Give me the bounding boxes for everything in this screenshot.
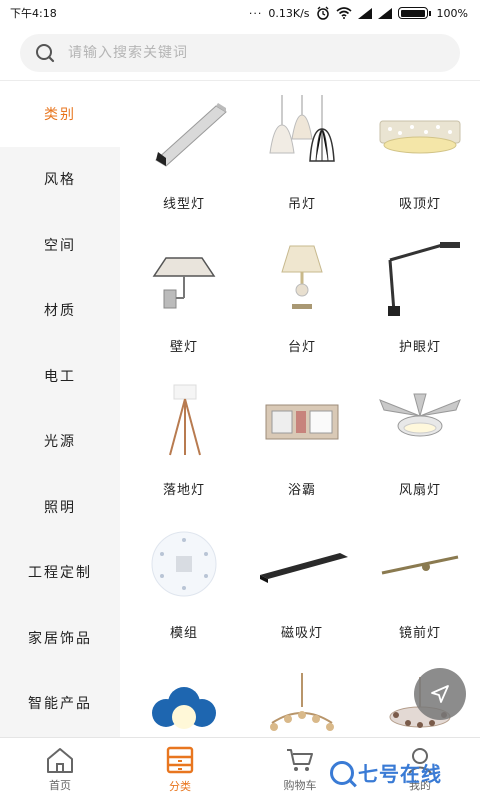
pendant-light-icon (243, 95, 361, 175)
sidebar-item-light-source[interactable]: 光源 (0, 409, 120, 475)
sidebar-item-smart[interactable]: 智能产品 (0, 671, 120, 737)
sidebar-item-home-decor[interactable]: 家居饰品 (0, 605, 120, 671)
grid-item-kids-lamp[interactable] (125, 653, 243, 737)
signal-icon-2 (377, 7, 392, 19)
nav-label: 分类 (169, 780, 191, 793)
sidebar-item-label: 家居饰品 (28, 630, 92, 647)
cart-icon (287, 749, 313, 771)
grid-item-label: 护眼灯 (398, 340, 441, 355)
grid-item-label: 镜前灯 (398, 626, 441, 641)
sidebar-item-label: 智能产品 (28, 696, 92, 713)
sidebar-item-label: 类别 (44, 106, 76, 123)
category-icon (166, 746, 194, 774)
sidebar-item-electrical[interactable]: 电工 (0, 343, 120, 409)
floor-lamp-icon (125, 381, 243, 461)
linear-light-icon (125, 95, 243, 175)
send-icon (431, 685, 449, 703)
watermark-text: 七号在线 (358, 762, 442, 786)
grid-item-label: 线型灯 (162, 197, 205, 212)
status-time: 下午4:18 (10, 7, 57, 20)
status-bar: 下午4:18 ··· 0.13K/s 100% (0, 0, 480, 26)
grid-item-mirror-light[interactable]: 镜前灯 (361, 510, 479, 653)
grid-item-label: 磁吸灯 (280, 626, 323, 641)
sidebar-item-material[interactable]: 材质 (0, 278, 120, 344)
grid-item-label: 浴霸 (287, 483, 316, 498)
alarm-icon (316, 6, 329, 20)
watermark-search-icon (330, 760, 354, 785)
sidebar-item-label: 照明 (44, 499, 76, 516)
sidebar-item-label: 材质 (44, 303, 76, 320)
product-category-grid: 线型灯 吊灯 吸顶灯 壁灯 台灯 护眼灯 落地灯 浴霸 风扇灯 模组 磁吸灯 镜… (125, 81, 480, 737)
mirror-light-icon (361, 524, 479, 604)
bath-heater-icon (243, 381, 361, 461)
nav-category[interactable]: 分类 (120, 738, 240, 800)
led-module-icon (125, 524, 243, 604)
grid-item-pendant[interactable]: 吊灯 (243, 81, 361, 224)
grid-item-label: 吊灯 (287, 197, 316, 212)
sidebar-item-style[interactable]: 风格 (0, 147, 120, 213)
search-icon (36, 44, 55, 63)
wall-lamp-icon (125, 238, 243, 318)
nav-label: 首页 (49, 779, 71, 792)
sidebar-item-label: 电工 (44, 368, 76, 385)
battery-level: 100% (436, 6, 468, 20)
grid-item-floor-lamp[interactable]: 落地灯 (125, 367, 243, 510)
grid-item-label: 模组 (169, 626, 198, 641)
category-sidebar: 类别 风格 空间 材质 电工 光源 照明 工程定制 家居饰品 智能产品 (0, 81, 120, 737)
watermark-logo: 七号在线 (330, 758, 442, 787)
nav-home[interactable]: 首页 (0, 738, 120, 800)
sidebar-item-label: 工程定制 (28, 565, 92, 582)
home-icon (47, 748, 73, 773)
signal-icon (357, 7, 372, 19)
grid-item-crystal-chandelier[interactable] (243, 653, 361, 737)
grid-item-eye-lamp[interactable]: 护眼灯 (361, 224, 479, 367)
wifi-icon (336, 7, 352, 19)
ceiling-light-icon (361, 95, 479, 175)
network-speed: 0.13K/s (268, 6, 310, 20)
grid-item-bath-heater[interactable]: 浴霸 (243, 367, 361, 510)
crystal-chandelier-icon (243, 667, 361, 737)
sidebar-item-label: 光源 (44, 434, 76, 451)
sidebar-item-lighting[interactable]: 照明 (0, 474, 120, 540)
desk-eye-lamp-icon (361, 238, 479, 318)
battery-tip (428, 10, 431, 16)
status-indicators: ··· 0.13K/s 100% (249, 6, 468, 20)
grid-item-label: 风扇灯 (398, 483, 441, 498)
nav-label: 购物车 (283, 779, 317, 792)
share-fab-button[interactable] (414, 668, 466, 720)
grid-item-label: 吸顶灯 (398, 197, 441, 212)
grid-item-linear-light[interactable]: 线型灯 (125, 81, 243, 224)
sidebar-item-label: 空间 (44, 237, 76, 254)
grid-item-module[interactable]: 模组 (125, 510, 243, 653)
sidebar-item-label: 风格 (44, 172, 76, 189)
table-lamp-icon (243, 238, 361, 318)
grid-item-fan-light[interactable]: 风扇灯 (361, 367, 479, 510)
fan-light-icon (361, 381, 479, 461)
sidebar-item-space[interactable]: 空间 (0, 212, 120, 278)
search-input[interactable] (68, 45, 428, 61)
sidebar-item-engineering[interactable]: 工程定制 (0, 540, 120, 606)
grid-item-ceiling[interactable]: 吸顶灯 (361, 81, 479, 224)
grid-item-label: 台灯 (287, 340, 316, 355)
battery-icon (397, 7, 428, 19)
grid-item-wall-lamp[interactable]: 壁灯 (125, 224, 243, 367)
kids-cloud-lamp-icon (125, 667, 243, 737)
grid-item-label: 壁灯 (169, 340, 198, 355)
dots-icon: ··· (248, 6, 263, 20)
search-bar[interactable] (20, 34, 460, 72)
grid-item-table-lamp[interactable]: 台灯 (243, 224, 361, 367)
grid-item-label: 落地灯 (162, 483, 205, 498)
grid-item-magnetic[interactable]: 磁吸灯 (243, 510, 361, 653)
sidebar-item-category[interactable]: 类别 (0, 81, 120, 147)
magnetic-track-light-icon (243, 524, 361, 604)
